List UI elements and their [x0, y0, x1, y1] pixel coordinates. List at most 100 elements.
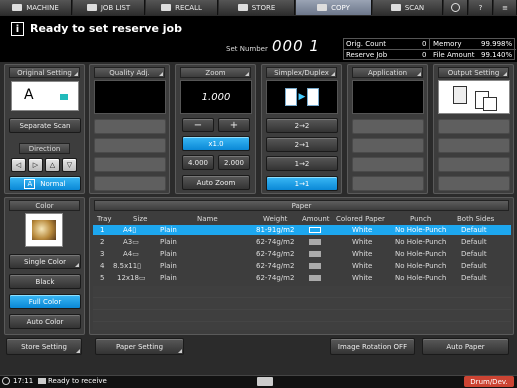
direction-left-button[interactable]: ◁: [11, 158, 26, 172]
keyboard-icon[interactable]: [257, 377, 273, 386]
footer-status: Ready to receive: [48, 377, 107, 385]
paper-title: Paper: [94, 200, 509, 211]
direction-down-button[interactable]: ▽: [62, 158, 77, 172]
menu-icon: ≡: [502, 3, 508, 12]
list-icon: [86, 4, 97, 11]
output-stack-icon: [453, 86, 467, 104]
simplex-preview: ▶: [266, 80, 338, 114]
color-preview: [25, 213, 63, 247]
color-title: Color: [9, 200, 80, 211]
paper-setting-button[interactable]: Paper Setting: [95, 338, 184, 355]
orig-count: 0: [422, 40, 427, 48]
store-setting-button[interactable]: Store Setting: [6, 338, 82, 355]
application-panel: Application: [347, 64, 428, 194]
original-preview: A: [11, 81, 79, 111]
application-slot-4: [352, 176, 424, 191]
help-button[interactable]: ?: [469, 0, 493, 15]
duplex-2-1-button[interactable]: 2→1: [266, 137, 338, 152]
arrow-right-icon: ▷: [32, 161, 39, 169]
file-amount: 99.140%: [481, 51, 513, 59]
tab-job-list[interactable]: JOB LIST: [73, 0, 145, 15]
quality-adj-panel: Quality Adj.: [89, 64, 170, 194]
color-sample-image: [32, 220, 56, 240]
original-letter: A: [24, 87, 34, 103]
output-slot-4: [438, 176, 510, 191]
application-button[interactable]: Application: [352, 67, 423, 78]
drum-dev-warning[interactable]: Drum/Dev.: [464, 376, 514, 387]
output-setting-button[interactable]: Output Setting: [438, 67, 509, 78]
duplex-1-2-button[interactable]: 1→2: [266, 156, 338, 171]
tab-copy[interactable]: COPY: [296, 0, 372, 15]
application-slot-3: [352, 157, 424, 172]
info-icon: i: [11, 22, 24, 36]
single-color-button[interactable]: Single Color: [9, 254, 81, 269]
direction-right-button[interactable]: ▷: [28, 158, 43, 172]
paper-table-empty: [93, 286, 511, 330]
printer-status-icon: [38, 378, 46, 384]
recall-icon: [161, 4, 172, 11]
menu-button[interactable]: ≡: [494, 0, 517, 15]
counter-panel: Orig. Count 0 Memory 99.998% Reserve Job…: [343, 38, 516, 60]
quality-slot-4: [94, 176, 166, 191]
set-number-label: Set Number: [226, 45, 268, 53]
table-row[interactable]: 3 A4▭ Plain 62-74g/m2 White No Hole-Punc…: [93, 249, 511, 259]
tab-machine[interactable]: MACHINE: [0, 0, 72, 15]
tab-store[interactable]: STORE: [219, 0, 295, 15]
reserve-job: 0: [422, 51, 427, 59]
table-row[interactable]: 1 A4▯ Plain 81-91g/m2 White No Hole-Punc…: [93, 225, 511, 235]
zoom-preset-2-button[interactable]: 2.000: [218, 155, 250, 170]
output-preview: [438, 80, 510, 114]
simplex-duplex-button[interactable]: Simplex/Duplex: [266, 67, 337, 78]
output-slot-2: [438, 138, 510, 153]
zoom-preset-4-button[interactable]: 4.000: [182, 155, 214, 170]
power-button[interactable]: [444, 0, 468, 15]
quality-adj-button[interactable]: Quality Adj.: [94, 67, 165, 78]
quality-slot-2: [94, 138, 166, 153]
arrow-left-icon: ◁: [15, 161, 22, 169]
auto-paper-button[interactable]: Auto Paper: [422, 338, 509, 355]
zoom-minus-button[interactable]: −: [182, 118, 214, 132]
normal-letter-icon: A: [24, 178, 36, 189]
help-icon: ?: [478, 3, 483, 12]
black-button[interactable]: Black: [9, 274, 81, 289]
original-type-icon: [60, 94, 68, 100]
application-slot-2: [352, 138, 424, 153]
output-page2-icon: [483, 97, 497, 111]
tab-recall[interactable]: RECALL: [146, 0, 218, 15]
zoom-plus-button[interactable]: +: [218, 118, 250, 132]
zoom-panel: Zoom 1.000 − + x1.0 4.000 2.000 Auto Zoo…: [175, 64, 256, 194]
quality-preview: [94, 80, 166, 114]
copy-icon: [317, 4, 328, 11]
original-setting-button[interactable]: Original Setting: [9, 67, 80, 78]
table-row[interactable]: 5 12x18▭ Plain 62-74g/m2 White No Hole-P…: [93, 273, 511, 283]
power-icon: [451, 3, 460, 12]
paper-table-header: Tray Size Name Weight Amount Colored Pap…: [97, 215, 495, 223]
duplex-2-2-button[interactable]: 2→2: [266, 118, 338, 133]
application-preview: [352, 80, 424, 114]
arrow-down-icon: ▽: [66, 161, 73, 169]
memory-value: 99.998%: [481, 40, 513, 48]
auto-zoom-button[interactable]: Auto Zoom: [182, 175, 250, 190]
auto-color-button[interactable]: Auto Color: [9, 314, 81, 329]
amount-icon: [309, 227, 321, 233]
color-panel: Color Single Color Black Full Color Auto…: [4, 197, 85, 335]
direction-up-button[interactable]: △: [45, 158, 60, 172]
file-amount-label: File Amount: [433, 51, 475, 59]
quality-slot-1: [94, 119, 166, 134]
direction-label: Direction: [19, 143, 70, 154]
zoom-button[interactable]: Zoom: [180, 67, 251, 78]
separate-scan-button[interactable]: Separate Scan: [9, 118, 81, 133]
scan-icon: [390, 4, 401, 11]
full-color-button[interactable]: Full Color: [9, 294, 81, 309]
tab-scan[interactable]: SCAN: [373, 0, 443, 15]
machine-icon: [12, 4, 23, 11]
table-row[interactable]: 4 8.5x11▯ Plain 62-74g/m2 White No Hole-…: [93, 261, 511, 271]
amount-icon: [309, 263, 321, 269]
simplex-1-1-button[interactable]: 1→1: [266, 176, 338, 191]
zoom-x1-button[interactable]: x1.0: [182, 136, 250, 151]
normal-direction-button[interactable]: A Normal: [9, 176, 81, 191]
amount-icon: [309, 275, 321, 281]
image-rotation-button[interactable]: Image Rotation OFF: [330, 338, 415, 355]
table-row[interactable]: 2 A3▭ Plain 62-74g/m2 White No Hole-Punc…: [93, 237, 511, 247]
store-icon: [237, 4, 248, 11]
